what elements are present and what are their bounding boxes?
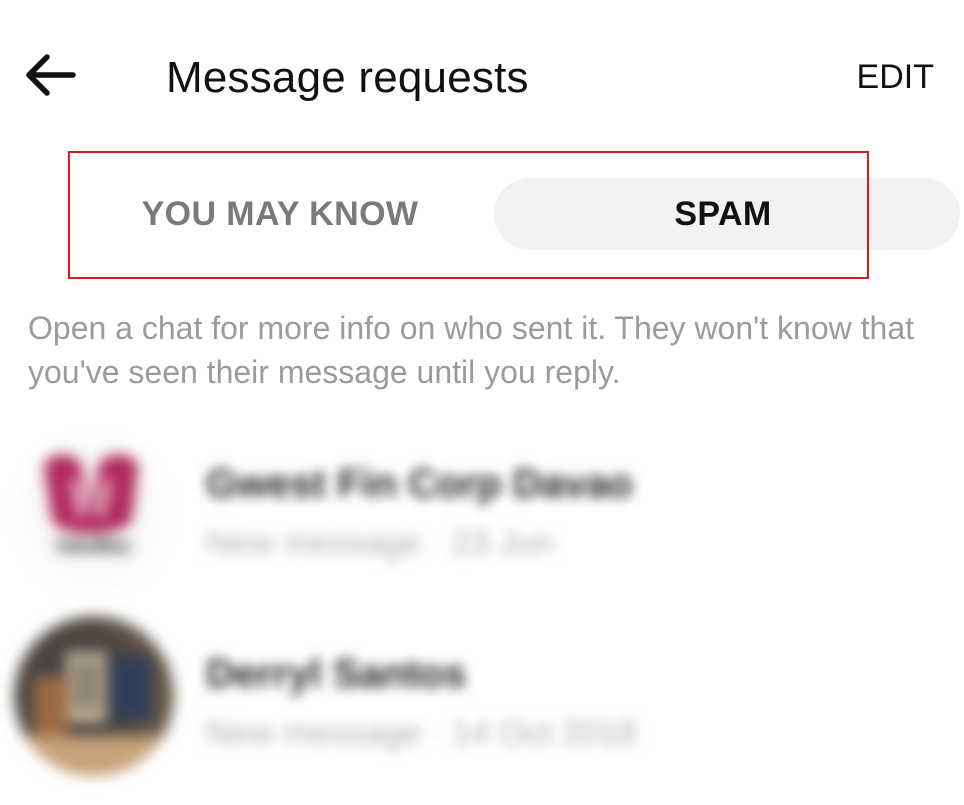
request-subtitle: New message · 14 Oct 2018	[206, 714, 637, 752]
tab-you-may-know[interactable]: YOU MAY KNOW	[70, 178, 490, 250]
message-requests-screen: Message requests EDIT YOU MAY KNOW SPAM …	[0, 0, 964, 805]
list-item[interactable]: ValuMax Gwest Fin Corp Davao New message…	[0, 440, 964, 620]
header: Message requests EDIT	[0, 0, 964, 150]
avatar	[14, 616, 174, 776]
brand-logo-icon: ValuMax	[44, 454, 138, 557]
tab-spam[interactable]: SPAM	[494, 178, 960, 250]
back-arrow-icon	[26, 54, 76, 96]
avatar-text: ValuMax	[55, 536, 131, 557]
tab-spam-label: SPAM	[674, 194, 772, 233]
back-button[interactable]	[14, 40, 84, 110]
list-item[interactable]: Derryl Santos New message · 14 Oct 2018	[0, 616, 964, 796]
avatar-photo-icon	[14, 652, 174, 776]
request-name: Derryl Santos	[206, 652, 467, 696]
tab-you-may-know-label: YOU MAY KNOW	[141, 194, 419, 233]
request-subtitle: New message · 23 Jun	[206, 524, 554, 562]
info-text: Open a chat for more info on who sent it…	[28, 310, 914, 390]
edit-button[interactable]: EDIT	[857, 52, 934, 102]
avatar: ValuMax	[18, 440, 168, 590]
page-title: Message requests	[166, 53, 529, 102]
request-name: Gwest Fin Corp Davao	[206, 462, 633, 506]
